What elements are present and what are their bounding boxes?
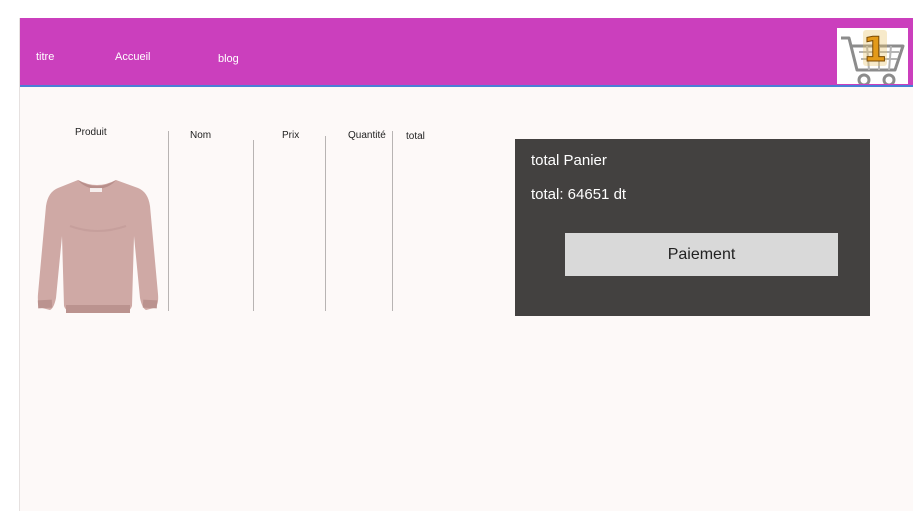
column-divider	[392, 131, 393, 311]
nav-link-blog[interactable]: blog	[218, 53, 239, 65]
cart-icon: 1	[841, 30, 905, 84]
navbar: titre Accueil blog 1	[20, 18, 913, 87]
nav-link-accueil[interactable]: Accueil	[115, 51, 150, 63]
column-divider	[253, 140, 254, 311]
cart-button[interactable]: 1	[837, 28, 908, 84]
product-image-sweater	[30, 166, 165, 324]
cart-summary-title: total Panier	[531, 152, 607, 169]
column-divider	[325, 136, 326, 311]
cart-count-badge: 1	[863, 30, 887, 70]
column-header-nom: Nom	[190, 130, 212, 141]
column-divider	[168, 131, 169, 311]
cart-total-amount: total: 64651 dt	[531, 186, 627, 203]
column-header-total: total	[406, 131, 425, 142]
column-header-produit: Produit	[75, 127, 107, 138]
column-header-prix: Prix	[282, 130, 300, 141]
cart-summary-panel: total Panier total: 64651 dt Paiement	[515, 139, 870, 316]
page-container: titre Accueil blog 1 Produit Nom Prix Qu…	[19, 18, 913, 511]
nav-link-titre[interactable]: titre	[36, 51, 54, 63]
payment-button[interactable]: Paiement	[565, 233, 838, 276]
column-header-quantite: Quantité	[348, 130, 386, 141]
